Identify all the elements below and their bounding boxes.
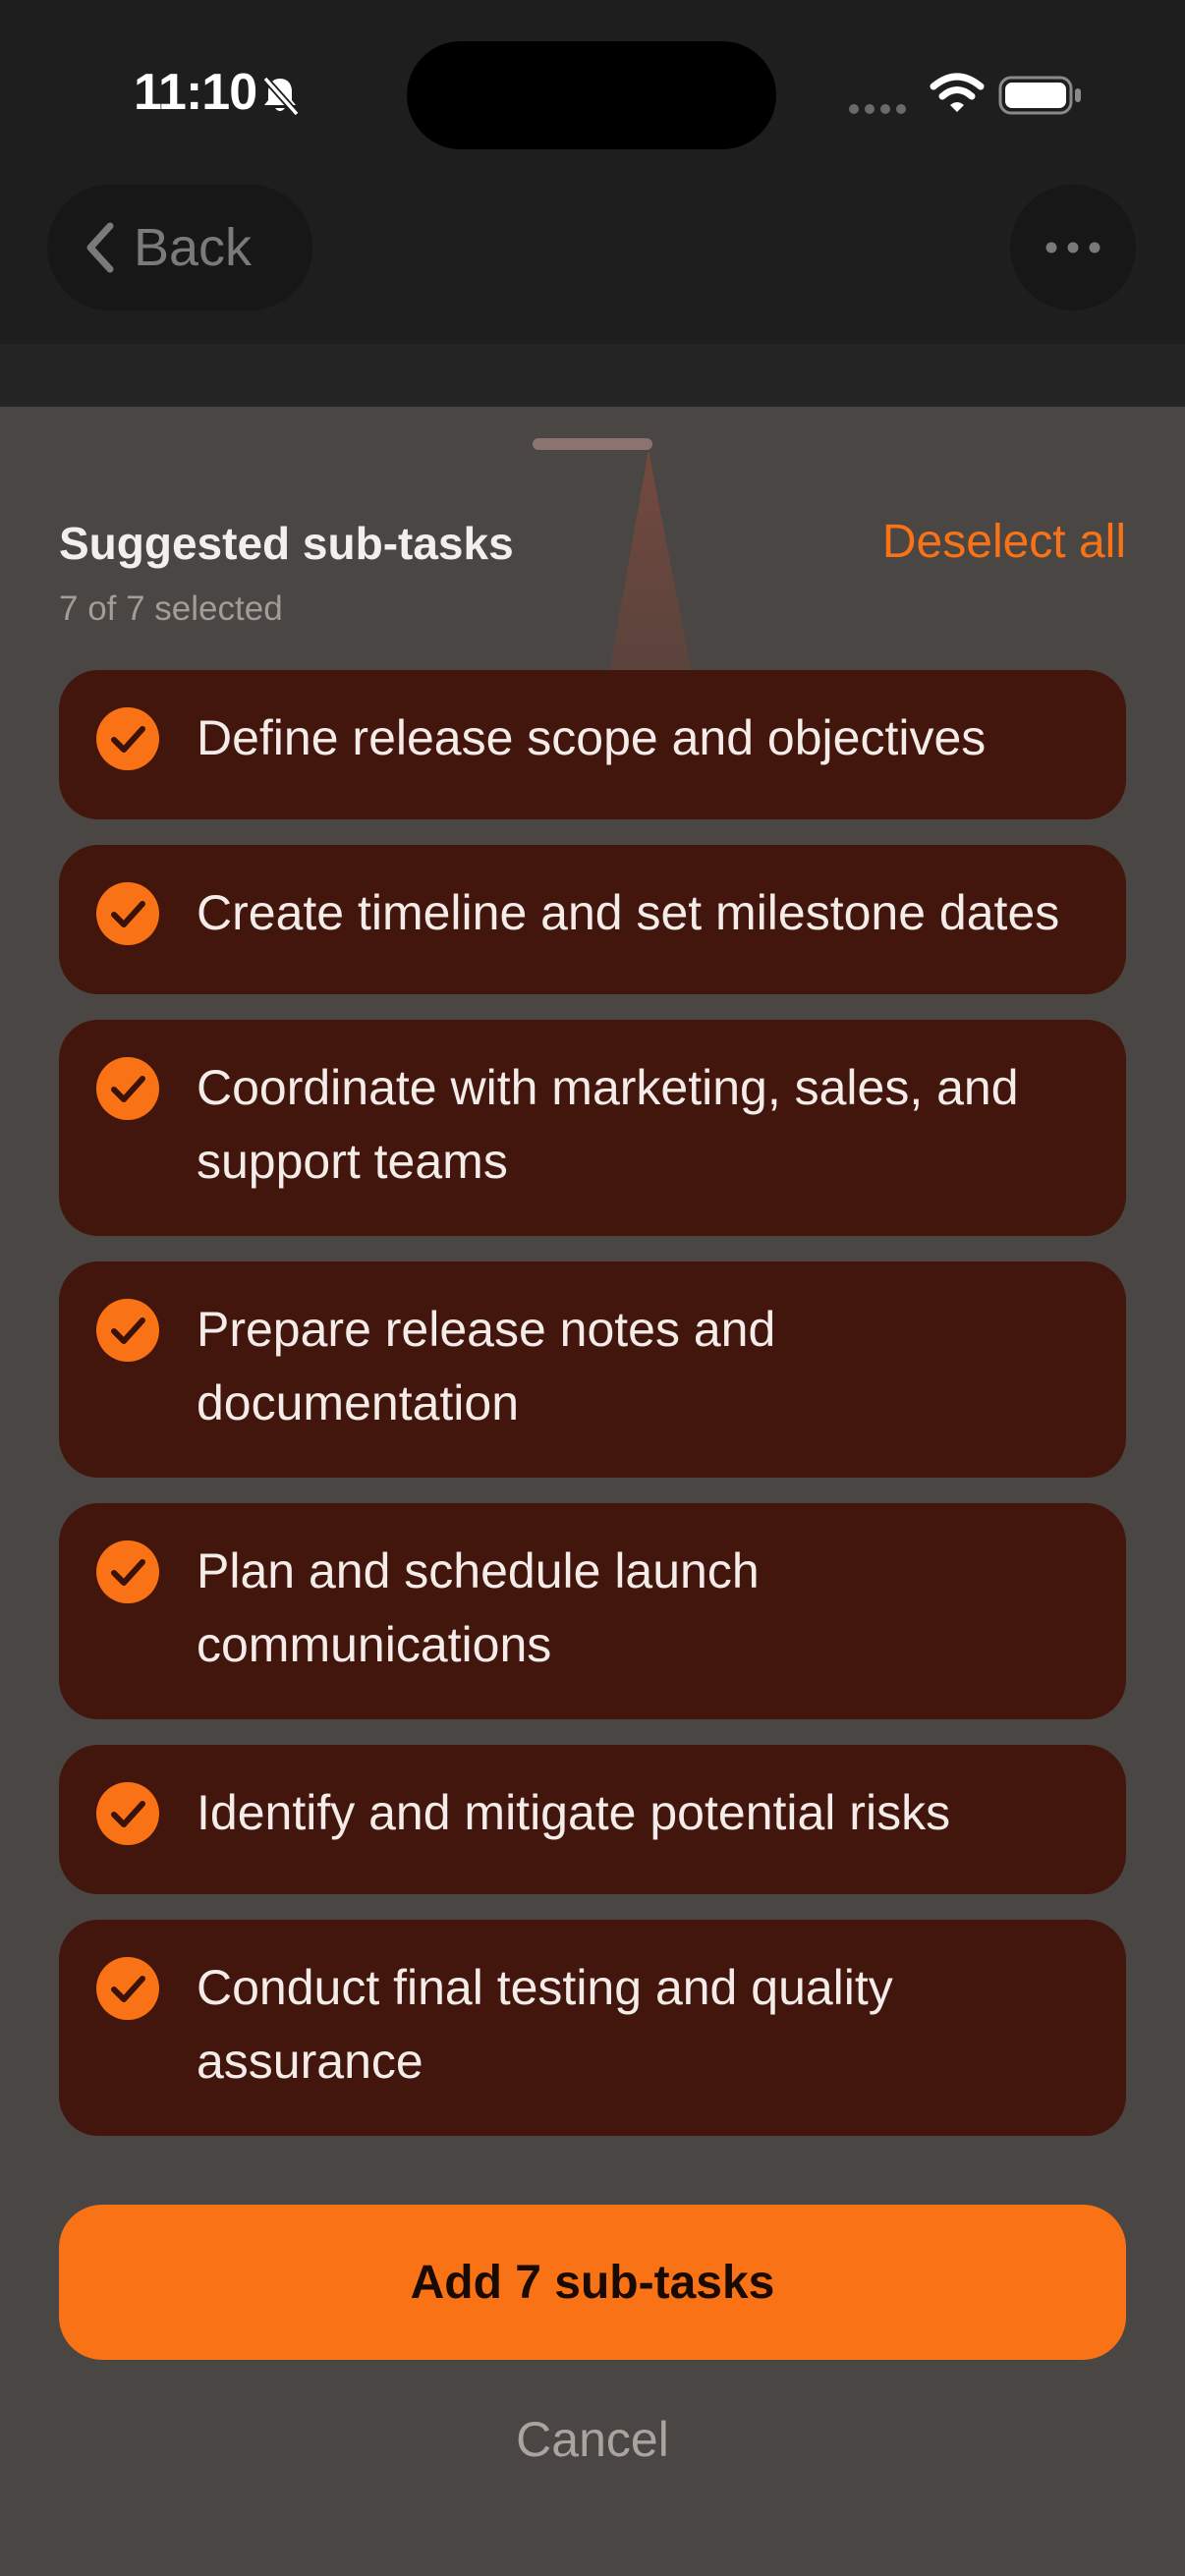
battery-icon — [998, 76, 1081, 115]
deselect-all-button[interactable]: Deselect all — [882, 515, 1126, 569]
check-circle-icon[interactable] — [96, 1782, 159, 1845]
dynamic-island — [407, 41, 776, 149]
signal-dots-icon — [849, 104, 906, 114]
task-item[interactable]: Identify and mitigate potential risks — [59, 1745, 1126, 1894]
check-circle-icon[interactable] — [96, 1057, 159, 1120]
task-item[interactable]: Define release scope and objectives — [59, 670, 1126, 819]
chevron-left-icon — [86, 222, 114, 273]
task-label: Identify and mitigate potential risks — [197, 1785, 951, 1840]
bell-slash-icon — [262, 76, 300, 117]
cancel-button[interactable]: Cancel — [0, 2411, 1185, 2468]
task-item[interactable]: Plan and schedule launch communications — [59, 1503, 1126, 1719]
task-item[interactable]: Coordinate with marketing, sales, and su… — [59, 1020, 1126, 1236]
status-time: 11:10 — [134, 64, 257, 121]
check-circle-icon[interactable] — [96, 707, 159, 770]
selection-count: 7 of 7 selected — [59, 589, 283, 628]
task-list: Define release scope and objectives Crea… — [59, 670, 1126, 2161]
sheet-grabber[interactable] — [533, 438, 652, 450]
task-label: Create timeline and set milestone dates — [197, 885, 1060, 940]
check-circle-icon[interactable] — [96, 882, 159, 945]
sheet-title: Suggested sub-tasks — [59, 518, 514, 569]
suggested-subtasks-sheet: Suggested sub-tasks 7 of 7 selected Dese… — [0, 407, 1185, 2576]
background-content — [0, 344, 1185, 413]
task-label: Define release scope and objectives — [197, 710, 987, 765]
check-circle-icon[interactable] — [96, 1299, 159, 1362]
task-label: Plan and schedule launch communications — [197, 1543, 760, 1672]
task-label: Prepare release notes and documentation — [197, 1302, 776, 1430]
back-label: Back — [134, 218, 253, 277]
check-circle-icon[interactable] — [96, 1957, 159, 2020]
add-subtasks-label: Add 7 sub-tasks — [410, 2256, 775, 2309]
task-item[interactable]: Prepare release notes and documentation — [59, 1261, 1126, 1478]
add-subtasks-button[interactable]: Add 7 sub-tasks — [59, 2205, 1126, 2360]
ellipsis-icon — [1045, 242, 1100, 253]
task-label: Conduct final testing and quality assura… — [197, 1960, 893, 2089]
wifi-icon — [930, 73, 985, 112]
task-item[interactable]: Conduct final testing and quality assura… — [59, 1920, 1126, 2136]
task-label: Coordinate with marketing, sales, and su… — [197, 1060, 1019, 1189]
more-options-button[interactable] — [1010, 185, 1136, 310]
back-button[interactable]: Back — [47, 185, 312, 310]
check-circle-icon[interactable] — [96, 1540, 159, 1603]
task-item[interactable]: Create timeline and set milestone dates — [59, 845, 1126, 994]
